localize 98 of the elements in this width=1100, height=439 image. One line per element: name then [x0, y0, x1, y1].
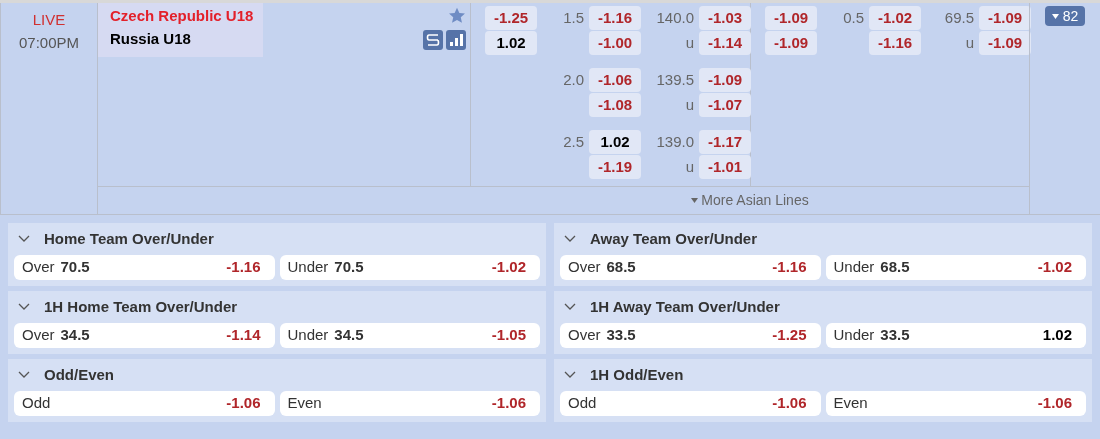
chevron-icon: [18, 303, 30, 311]
odds-button[interactable]: -1.16: [589, 6, 641, 30]
odds-button[interactable]: -1.17: [699, 130, 751, 154]
more-lines-link[interactable]: More Asian Lines: [98, 187, 1029, 214]
option-odds: -1.06: [772, 393, 808, 414]
total-label: 139.5: [655, 69, 694, 90]
bet-option[interactable]: Even -1.06: [279, 391, 540, 416]
option-line: 33.5: [880, 325, 910, 346]
odds-button[interactable]: -1.03: [699, 6, 751, 30]
total-label: 69.5: [943, 7, 974, 28]
under-label: u: [684, 32, 694, 53]
option-label: Even: [833, 393, 868, 414]
chevron-icon: [18, 235, 30, 243]
option-label: Over: [22, 257, 55, 278]
odds-button[interactable]: -1.14: [699, 31, 751, 55]
more-markets-button[interactable]: 82: [1044, 6, 1086, 26]
odds-button[interactable]: -1.09: [765, 6, 817, 30]
option-line: 68.5: [880, 257, 910, 278]
odds-button[interactable]: -1.08: [589, 93, 641, 117]
odds-button[interactable]: -1.06: [589, 68, 641, 92]
bet-option[interactable]: Over 33.5 -1.25: [560, 323, 821, 348]
caret-icon: [1051, 13, 1059, 19]
option-odds: -1.05: [491, 325, 527, 346]
option-odds: -1.06: [226, 393, 262, 414]
odds-button[interactable]: -1.01: [699, 155, 751, 179]
match-time: 07:00PM: [18, 32, 79, 53]
market-header[interactable]: Away Team Over/Under: [554, 223, 1092, 255]
option-label: Under: [287, 325, 329, 346]
live-status: LIVE: [32, 10, 66, 30]
odds-button[interactable]: -1.09: [765, 31, 817, 55]
stream-icon[interactable]: [423, 30, 443, 50]
option-line: 70.5: [334, 257, 364, 278]
option-label: Over: [568, 325, 601, 346]
away-team[interactable]: Russia U18: [110, 27, 254, 50]
market-header[interactable]: 1H Odd/Even: [554, 359, 1092, 391]
option-label: Under: [287, 257, 329, 278]
market-header[interactable]: 1H Home Team Over/Under: [8, 291, 546, 323]
option-odds: -1.06: [491, 393, 527, 414]
odds-button[interactable]: -1.00: [589, 31, 641, 55]
chevron-icon: [564, 235, 576, 243]
bet-option[interactable]: Over 68.5 -1.16: [560, 255, 821, 280]
odds-button[interactable]: 1.02: [589, 130, 641, 154]
bet-option[interactable]: Odd -1.06: [560, 391, 821, 416]
odds-button[interactable]: -1.16: [869, 31, 921, 55]
option-odds: -1.14: [226, 325, 262, 346]
chevron-icon: [564, 371, 576, 379]
market-header[interactable]: Odd/Even: [8, 359, 546, 391]
option-odds: 1.02: [1042, 325, 1073, 346]
caret-icon: [691, 198, 699, 203]
market-header[interactable]: Home Team Over/Under: [8, 223, 546, 255]
option-line: 34.5: [60, 325, 90, 346]
option-label: Under: [833, 325, 875, 346]
odds-button[interactable]: -1.09: [979, 6, 1031, 30]
odds-button[interactable]: 1.02: [485, 31, 537, 55]
odds-button[interactable]: -1.09: [979, 31, 1031, 55]
odds-button[interactable]: -1.25: [485, 6, 537, 30]
odds-button[interactable]: -1.19: [589, 155, 641, 179]
option-line: 68.5: [606, 257, 636, 278]
option-label: Odd: [568, 393, 597, 414]
stats-icon[interactable]: [446, 30, 466, 50]
option-odds: -1.02: [491, 257, 527, 278]
star-icon[interactable]: [448, 7, 466, 24]
handicap-label: 1.5: [562, 7, 584, 28]
option-odds: -1.06: [1037, 393, 1073, 414]
option-label: Under: [833, 257, 875, 278]
option-line: 70.5: [60, 257, 90, 278]
odds-button[interactable]: -1.07: [699, 93, 751, 117]
option-line: 33.5: [606, 325, 636, 346]
bet-option[interactable]: Under 70.5 -1.02: [279, 255, 540, 280]
option-label: Even: [287, 393, 322, 414]
bet-option[interactable]: Over 70.5 -1.16: [14, 255, 275, 280]
bet-option[interactable]: Under 34.5 -1.05: [279, 323, 540, 348]
bet-option[interactable]: Under 33.5 1.02: [825, 323, 1086, 348]
under-label: u: [684, 156, 694, 177]
handicap-label: 2.0: [562, 69, 584, 90]
market-header[interactable]: 1H Away Team Over/Under: [554, 291, 1092, 323]
option-odds: -1.16: [772, 257, 808, 278]
option-line: 34.5: [334, 325, 364, 346]
odds-button[interactable]: -1.02: [869, 6, 921, 30]
option-odds: -1.02: [1037, 257, 1073, 278]
bet-option[interactable]: Odd -1.06: [14, 391, 275, 416]
chevron-icon: [18, 371, 30, 379]
under-label: u: [684, 94, 694, 115]
bet-option[interactable]: Under 68.5 -1.02: [825, 255, 1086, 280]
chevron-icon: [564, 303, 576, 311]
handicap-label: 0.5: [842, 7, 864, 28]
option-label: Over: [22, 325, 55, 346]
total-label: 139.0: [655, 131, 694, 152]
total-label: 140.0: [655, 7, 694, 28]
under-label: u: [964, 32, 974, 53]
odds-button[interactable]: -1.09: [699, 68, 751, 92]
option-odds: -1.25: [772, 325, 808, 346]
option-label: Over: [568, 257, 601, 278]
bet-option[interactable]: Over 34.5 -1.14: [14, 323, 275, 348]
option-odds: -1.16: [226, 257, 262, 278]
handicap-label: 2.5: [562, 131, 584, 152]
bet-option[interactable]: Even -1.06: [825, 391, 1086, 416]
option-label: Odd: [22, 393, 51, 414]
